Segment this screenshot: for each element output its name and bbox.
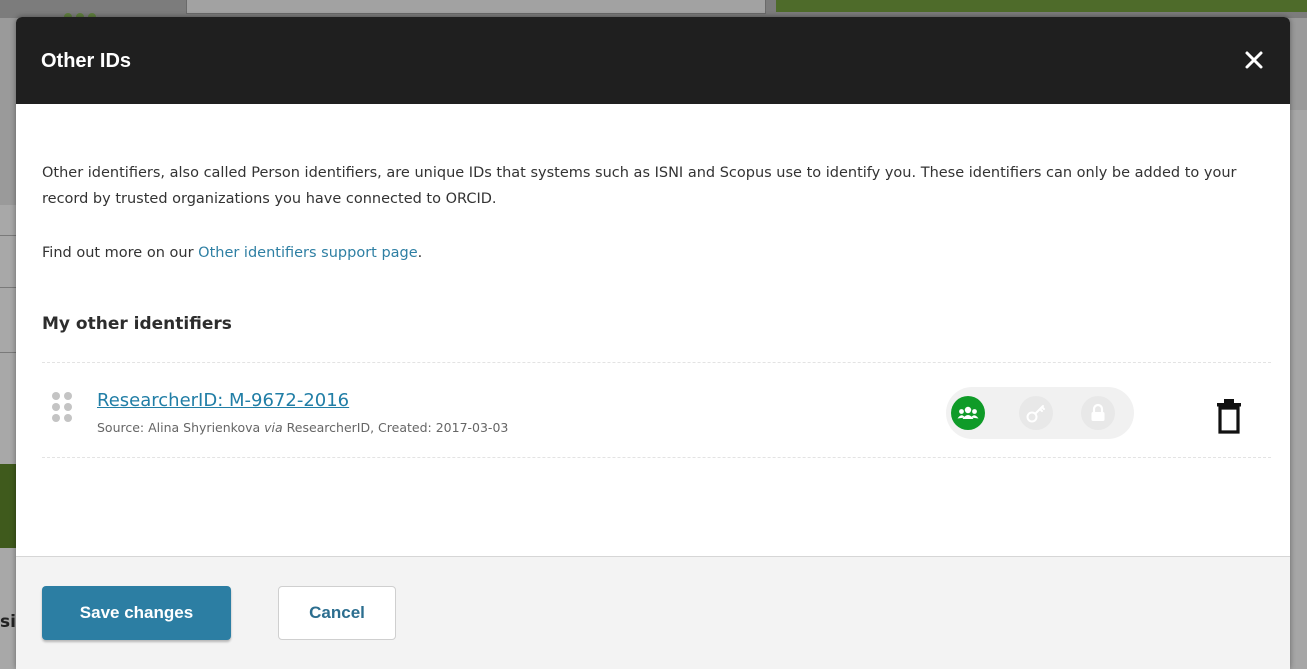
close-button[interactable]: [1242, 48, 1266, 72]
background-green-bar: [776, 0, 1307, 12]
modal-body: Other identifiers, also called Person id…: [16, 104, 1290, 556]
lock-icon: [1091, 403, 1105, 421]
visibility-limited-button[interactable]: [1019, 396, 1053, 430]
source-suffix: ResearcherID, Created: 2017-03-03: [282, 420, 509, 435]
cancel-button[interactable]: Cancel: [278, 586, 396, 640]
identifier-row: ResearcherID: M-9672-2016 Source: Alina …: [42, 374, 1271, 462]
other-ids-modal: Other IDs Other identifiers, also called…: [16, 17, 1290, 669]
users-icon: [957, 406, 979, 419]
background-sliver-text: si: [0, 612, 16, 632]
visibility-public-button[interactable]: [951, 396, 985, 430]
divider: [42, 457, 1271, 458]
background-right-strip: [1290, 110, 1307, 669]
visibility-private-button[interactable]: [1081, 396, 1115, 430]
background-search-field: [186, 0, 766, 14]
modal-header: Other IDs: [16, 17, 1290, 104]
background-left-panel: [0, 205, 16, 669]
background-divider: [0, 352, 16, 353]
support-text: Find out more on our Other identifiers s…: [42, 245, 422, 261]
support-page-link[interactable]: Other identifiers support page: [198, 245, 418, 261]
key-icon: [1026, 405, 1045, 423]
identifier-source: Source: Alina Shyrienkova via Researcher…: [97, 420, 508, 435]
source-via: via: [264, 420, 283, 435]
delete-button[interactable]: [1215, 398, 1243, 434]
visibility-selector: [946, 387, 1134, 439]
source-prefix: Source: Alina Shyrienkova: [97, 420, 265, 435]
trash-icon: [1217, 399, 1241, 434]
modal-footer: Save changes Cancel: [16, 556, 1290, 669]
save-changes-button[interactable]: Save changes: [42, 586, 231, 640]
section-heading: My other identifiers: [42, 314, 232, 334]
background-divider: [0, 235, 16, 236]
description-text: Other identifiers, also called Person id…: [42, 165, 1237, 207]
drag-handle-icon[interactable]: [52, 392, 72, 422]
background-dots: [64, 6, 124, 21]
background-divider: [0, 287, 16, 288]
support-text-suffix: .: [417, 245, 423, 261]
identifier-link[interactable]: ResearcherID: M-9672-2016: [97, 390, 349, 411]
close-icon: [1245, 51, 1263, 69]
modal-title: Other IDs: [41, 50, 132, 72]
divider: [42, 362, 1271, 363]
support-text-prefix: Find out more on our: [42, 245, 199, 261]
background-green-block: [0, 464, 16, 548]
